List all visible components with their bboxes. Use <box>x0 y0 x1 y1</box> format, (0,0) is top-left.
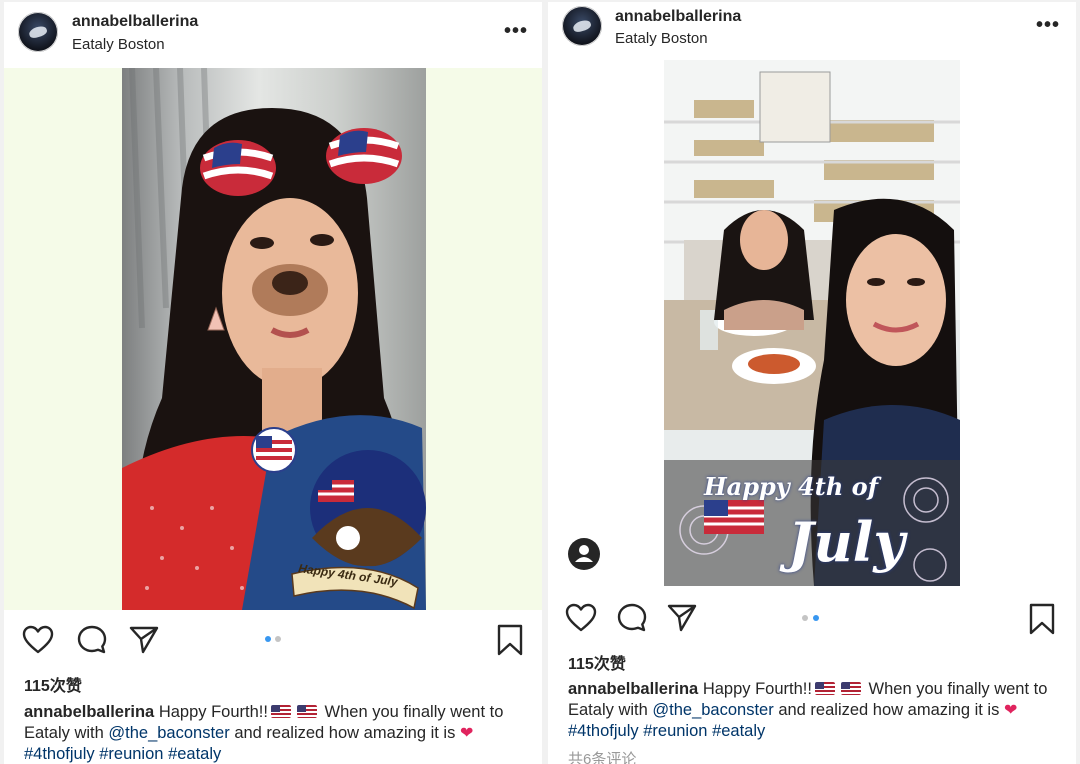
post-header: annabelballerina Eataly Boston ••• <box>4 2 542 64</box>
share-icon[interactable] <box>128 625 160 655</box>
likes-count[interactable]: 115次赞 <box>568 650 626 674</box>
likes-count[interactable]: 115次赞 <box>24 672 82 696</box>
person-icon <box>575 545 593 562</box>
hashtag-link[interactable]: #eataly <box>712 722 765 740</box>
post-caption: annabelballerina Happy Fourth!! When you… <box>568 679 1054 742</box>
post-location[interactable]: Eataly Boston <box>72 36 165 53</box>
carousel-dot-active <box>265 636 271 642</box>
caption-text: and realized how amazing it is <box>778 701 1000 719</box>
bookmark-icon[interactable] <box>1028 602 1056 636</box>
carousel-dot <box>802 615 808 621</box>
post-header: annabelballerina Eataly Boston ••• <box>548 2 1076 64</box>
post-location[interactable]: Eataly Boston <box>615 30 708 47</box>
us-flag-emoji <box>814 682 835 695</box>
post-photo: Happy 4th of July <box>664 60 960 586</box>
selfie-illustration <box>122 68 426 610</box>
user-tag-icon[interactable] <box>568 538 600 570</box>
post-image-area[interactable]: Happy 4th of July <box>548 60 1076 590</box>
comment-icon[interactable] <box>616 602 648 634</box>
hashtag-link[interactable]: #4thofjuly <box>24 745 95 763</box>
hashtag-link[interactable]: #reunion <box>643 722 707 740</box>
caption-username[interactable]: annabelballerina <box>568 680 698 698</box>
heart-emoji-icon: ❤ <box>459 725 474 742</box>
post-username[interactable]: annabelballerina <box>72 13 198 31</box>
caption-text: Happy Fourth!! <box>702 680 812 698</box>
more-options-button[interactable]: ••• <box>504 21 528 41</box>
mention-link[interactable]: @the_baconster <box>108 724 229 742</box>
comment-icon[interactable] <box>76 624 108 656</box>
avatar[interactable] <box>562 6 602 46</box>
post-caption: annabelballerina Happy Fourth!! When you… <box>24 702 524 764</box>
post-photo: Happy 4th of July <box>122 68 426 610</box>
bookmark-icon[interactable] <box>496 623 524 657</box>
more-options-button[interactable]: ••• <box>1036 15 1060 35</box>
post-card-2: annabelballerina Eataly Boston ••• Happy… <box>548 2 1076 764</box>
hashtag-link[interactable]: #eataly <box>168 745 221 763</box>
caption-text: and realized how amazing it is <box>234 724 456 742</box>
share-icon[interactable] <box>666 603 698 633</box>
sticker-text: July <box>788 510 905 574</box>
hashtag-link[interactable]: #4thofjuly <box>568 722 639 740</box>
caption-text: Happy Fourth!! <box>158 703 268 721</box>
sticker-text: Happy 4th of <box>704 472 879 501</box>
caption-username[interactable]: annabelballerina <box>24 703 154 721</box>
avatar[interactable] <box>18 12 58 52</box>
heart-icon[interactable] <box>22 625 54 655</box>
post-image-area[interactable]: Happy 4th of July <box>4 68 542 610</box>
hashtag-link[interactable]: #reunion <box>99 745 163 763</box>
heart-icon[interactable] <box>565 603 597 633</box>
post-username[interactable]: annabelballerina <box>615 8 741 26</box>
heart-emoji-icon: ❤ <box>1003 702 1018 719</box>
post-card-1: annabelballerina Eataly Boston ••• Happy… <box>4 2 542 764</box>
view-comments-link[interactable]: 共6条评论 <box>568 748 636 764</box>
restaurant-illustration <box>664 60 960 586</box>
mention-link[interactable]: @the_baconster <box>652 701 773 719</box>
carousel-dot <box>275 636 281 642</box>
us-flag-emoji <box>296 705 317 718</box>
us-flag-emoji <box>840 682 861 695</box>
us-flag-emoji <box>270 705 291 718</box>
carousel-dot-active <box>813 615 819 621</box>
